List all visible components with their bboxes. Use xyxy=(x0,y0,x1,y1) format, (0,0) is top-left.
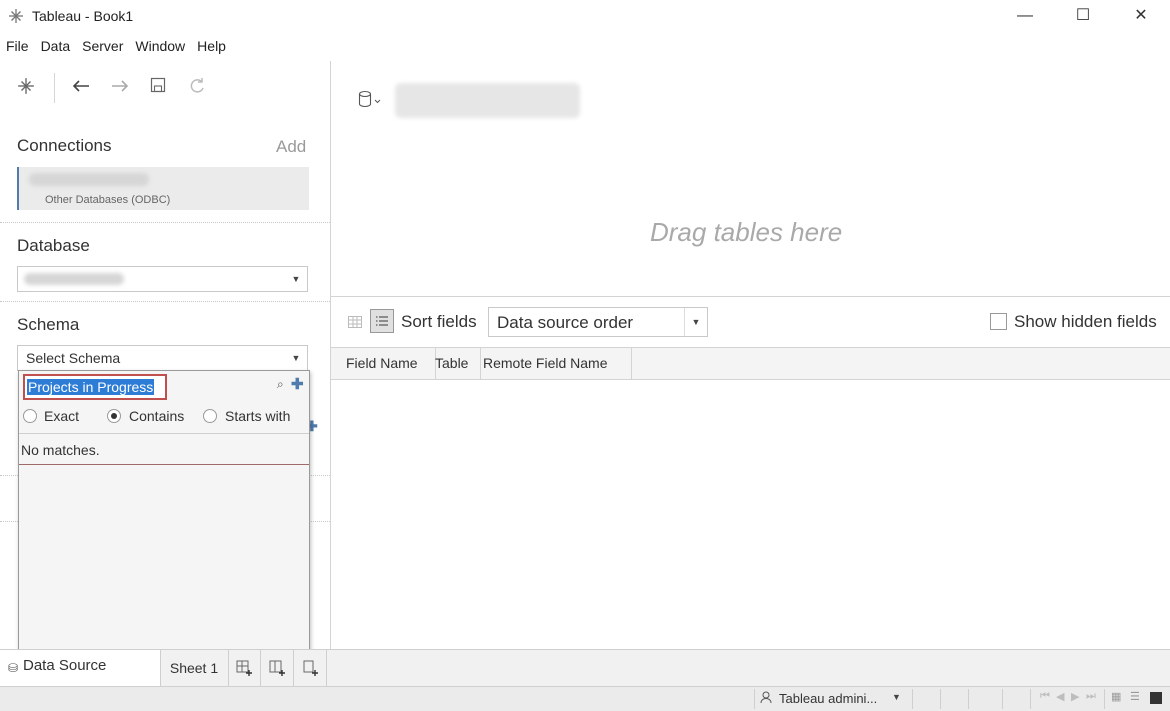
divider xyxy=(19,464,309,465)
last-sheet-icon[interactable]: ⏭ xyxy=(1086,690,1096,703)
divider xyxy=(912,689,913,709)
tab-data-source[interactable]: ⛁ Data Source xyxy=(0,650,161,686)
menu-data[interactable]: Data xyxy=(41,38,71,54)
sort-order-value: Data source order xyxy=(497,313,634,332)
schema-search-input[interactable]: Projects in Progress xyxy=(23,374,167,400)
tab-sheet-1[interactable]: Sheet 1 xyxy=(160,650,229,686)
divider xyxy=(1030,689,1031,709)
status-bar: Tableau admini... ▼ ⏮ ◀ ▶ ⏭ ▦ ☰ xyxy=(0,686,1170,711)
sheet-sorter-icon[interactable]: ▦ xyxy=(1111,690,1121,703)
new-worksheet-icon[interactable] xyxy=(228,650,261,686)
previous-sheet-icon[interactable]: ◀ xyxy=(1056,690,1064,703)
divider xyxy=(754,689,755,709)
divider xyxy=(1002,689,1003,709)
tab-data-source-label: Data Source xyxy=(23,657,107,674)
column-header-field-name[interactable]: Field Name xyxy=(346,348,436,379)
next-sheet-icon[interactable]: ▶ xyxy=(1071,690,1079,703)
new-story-icon[interactable] xyxy=(294,650,327,686)
menu-window[interactable]: Window xyxy=(135,38,185,54)
connection-item[interactable]: Other Databases (ODBC) xyxy=(17,167,309,210)
divider xyxy=(968,689,969,709)
divider xyxy=(0,301,330,302)
drag-tables-hint: Drag tables here xyxy=(650,217,843,247)
join-canvas[interactable] xyxy=(331,61,1170,297)
database-name-redacted xyxy=(24,273,124,285)
add-icon[interactable]: ✚ xyxy=(291,375,304,393)
connection-type: Other Databases (ODBC) xyxy=(45,194,171,206)
minimize-button[interactable]: — xyxy=(996,0,1054,34)
connections-title: Connections xyxy=(17,136,112,155)
schema-search-input-value: Projects in Progress xyxy=(27,379,155,395)
forward-icon[interactable] xyxy=(109,77,131,99)
data-source-name-redacted[interactable] xyxy=(395,83,580,118)
database-icon: ⛁ xyxy=(8,661,19,675)
schema-title: Schema xyxy=(17,315,80,334)
add-connection-link[interactable]: Add xyxy=(276,137,306,157)
back-icon[interactable] xyxy=(70,77,92,99)
column-header-remote-field-name[interactable]: Remote Field Name xyxy=(483,348,632,379)
menu-file[interactable]: File xyxy=(6,38,29,54)
title-bar: Tableau - Book1 — ☐ ✕ xyxy=(0,0,1170,34)
schema-select[interactable]: Select Schema ▼ xyxy=(17,345,308,371)
radio-contains-label: Contains xyxy=(129,408,185,424)
schema-select-value: Select Schema xyxy=(26,350,121,366)
menu-server[interactable]: Server xyxy=(82,38,123,54)
radio-contains[interactable] xyxy=(107,409,121,423)
sort-order-select[interactable]: Data source order ▼ xyxy=(488,307,708,337)
radio-starts-with-label: Starts with xyxy=(225,408,291,424)
metadata-grid-header: Field Name Table Remote Field Name xyxy=(331,348,1170,380)
divider xyxy=(19,433,309,434)
first-sheet-icon[interactable]: ⏮ xyxy=(1040,690,1050,703)
radio-starts-with[interactable] xyxy=(203,409,217,423)
window-title: Tableau - Book1 xyxy=(32,8,134,24)
chevron-down-icon: ▼ xyxy=(291,353,301,363)
save-icon[interactable] xyxy=(147,77,169,99)
divider xyxy=(1104,689,1105,709)
database-icon[interactable] xyxy=(358,90,382,113)
maximize-button[interactable]: ☐ xyxy=(1054,0,1112,34)
chevron-down-icon: ▼ xyxy=(684,308,707,336)
no-matches-text: No matches. xyxy=(21,442,100,458)
list-view-icon[interactable] xyxy=(370,309,394,333)
show-hidden-checkbox[interactable] xyxy=(990,313,1007,330)
chevron-down-icon: ▼ xyxy=(291,274,301,284)
toolbar-divider xyxy=(54,73,55,103)
tab-sheet-1-label: Sheet 1 xyxy=(169,660,219,676)
sheet-tab-bar: ⛁ Data Source Sheet 1 xyxy=(0,649,1170,687)
sort-bar: Sort fields Data source order ▼ Show hid… xyxy=(331,297,1170,348)
user-menu[interactable]: Tableau admini... xyxy=(779,691,877,706)
radio-exact[interactable] xyxy=(23,409,37,423)
user-icon xyxy=(760,691,772,707)
close-button[interactable]: ✕ xyxy=(1112,0,1170,34)
filmstrip-icon[interactable]: ☰ xyxy=(1130,690,1140,703)
refresh-icon[interactable] xyxy=(186,77,208,99)
grid-view-icon[interactable] xyxy=(348,315,362,333)
tabs-view-icon[interactable] xyxy=(1150,692,1162,704)
sort-fields-label: Sort fields xyxy=(401,312,477,331)
radio-exact-label: Exact xyxy=(44,408,80,424)
menu-help[interactable]: Help xyxy=(197,38,226,54)
search-icon[interactable]: ⌕ xyxy=(277,377,284,392)
show-hidden-label: Show hidden fields xyxy=(1014,312,1157,331)
tableau-logo-icon[interactable] xyxy=(15,77,37,99)
database-select[interactable]: ▼ xyxy=(17,266,308,292)
divider xyxy=(940,689,941,709)
connection-name-redacted xyxy=(29,173,149,186)
new-dashboard-icon[interactable] xyxy=(261,650,294,686)
tableau-logo-icon xyxy=(8,8,24,24)
divider xyxy=(0,222,330,223)
schema-search-popup: Projects in Progress ⌕ ✚ Exact Contains … xyxy=(18,370,310,660)
database-title: Database xyxy=(17,236,90,255)
menu-bar: File Data Server Window Help xyxy=(0,38,232,60)
column-header-table[interactable]: Table xyxy=(435,348,481,379)
chevron-down-icon[interactable]: ▼ xyxy=(892,692,901,702)
